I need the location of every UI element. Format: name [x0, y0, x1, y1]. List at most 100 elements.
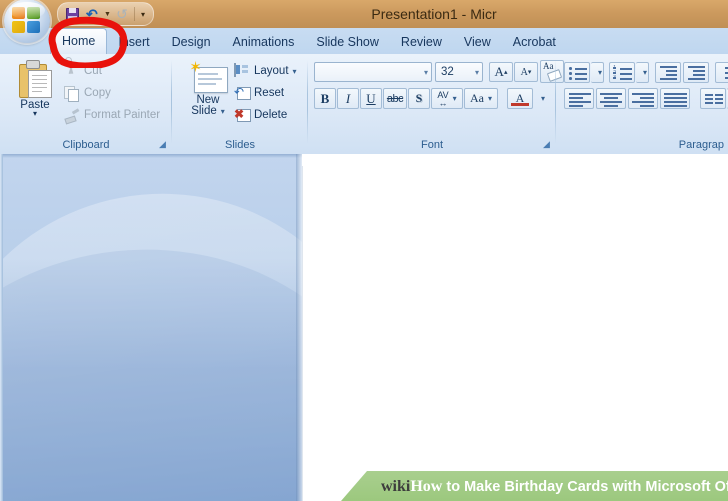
layout-dropdown-icon[interactable]: ▾: [293, 67, 297, 76]
character-spacing-button[interactable]: AV ↔ ▾: [431, 88, 463, 109]
pane-left-edge: [0, 154, 3, 501]
font-color-icon: A: [508, 89, 532, 108]
tab-home[interactable]: Home: [50, 28, 108, 54]
align-right-button[interactable]: [628, 88, 658, 109]
cut-button[interactable]: Cut: [56, 56, 102, 81]
italic-button[interactable]: I: [337, 88, 359, 109]
office-button[interactable]: [4, 0, 50, 43]
line-spacing-button[interactable]: ▾: [715, 62, 728, 83]
slide-editing-area[interactable]: [302, 154, 728, 501]
justify-icon: [661, 89, 689, 108]
font-color-button[interactable]: A: [507, 88, 533, 109]
tab-animations[interactable]: Animations: [222, 30, 306, 54]
font-size-combo[interactable]: 32 ▾: [435, 62, 483, 82]
line-spacing-icon: [716, 63, 728, 82]
decrease-indent-button[interactable]: [655, 62, 681, 83]
reset-button[interactable]: ↶ Reset: [234, 84, 284, 103]
character-spacing-label: AV: [437, 89, 449, 100]
banner-text: wikiHow to Make Birthday Cards with Micr…: [381, 471, 728, 501]
font-dialog-launcher-icon[interactable]: ◢: [541, 139, 552, 150]
bullets-button[interactable]: [564, 62, 590, 83]
tab-insert[interactable]: Insert: [107, 30, 160, 54]
delete-label: Delete: [254, 109, 288, 121]
group-clipboard: Paste ▾ Cut Copy Format Painter Clipboar…: [0, 54, 172, 154]
save-icon[interactable]: [62, 5, 82, 23]
copy-button[interactable]: Copy: [64, 84, 111, 103]
reset-label: Reset: [254, 87, 285, 99]
character-spacing-dropdown-icon[interactable]: ▾: [453, 94, 457, 103]
copy-icon: [64, 86, 81, 102]
font-size-dropdown-icon[interactable]: ▾: [475, 68, 479, 77]
change-case-dropdown-icon[interactable]: ▾: [488, 94, 492, 103]
columns-icon: [701, 89, 725, 108]
group-label-font: Font: [420, 139, 443, 151]
wikihow-watermark-banner: wikiHow to Make Birthday Cards with Micr…: [341, 471, 728, 501]
new-slide-icon: ✶: [188, 60, 228, 93]
shrink-font-button[interactable]: A ▾: [514, 62, 538, 82]
grow-font-label: A: [494, 64, 504, 79]
layout-label: Layout: [254, 65, 289, 77]
strikethrough-button[interactable]: abc: [383, 88, 407, 109]
customize-qat-icon[interactable]: ▾: [137, 5, 149, 23]
new-slide-label-2: Slide: [191, 105, 217, 117]
font-name-combo[interactable]: ▾: [314, 62, 432, 82]
tab-acrobat[interactable]: Acrobat: [502, 30, 567, 54]
new-slide-dropdown-icon[interactable]: ▾: [221, 107, 225, 116]
layout-button[interactable]: Layout ▾: [234, 62, 297, 81]
paste-dropdown-icon[interactable]: ▾: [33, 110, 37, 118]
italic-label: I: [345, 90, 351, 106]
paste-button[interactable]: Paste ▾: [8, 58, 62, 140]
align-right-icon: [629, 89, 657, 108]
text-shadow-button[interactable]: S: [408, 88, 430, 109]
ribbon-content: Paste ▾ Cut Copy Format Painter Clipboar…: [0, 54, 728, 155]
tab-design[interactable]: Design: [161, 30, 222, 54]
shrink-font-label: A: [520, 66, 528, 78]
decrease-indent-icon: [656, 63, 680, 82]
font-color-dropdown-icon[interactable]: ▾: [534, 88, 548, 109]
layout-icon: [234, 62, 251, 80]
tab-view[interactable]: View: [453, 30, 502, 54]
undo-dropdown-icon[interactable]: ▼: [102, 5, 112, 23]
align-left-button[interactable]: [564, 88, 594, 109]
delete-slide-button[interactable]: ✖ Delete: [234, 106, 287, 125]
powerpoint-window: Presentation1 - Micr ↷ ▼ ↺ ▾ Home Insert…: [0, 0, 728, 501]
wikihow-caption-text: to Make Birthday Cards with Microsoft Of…: [442, 479, 728, 495]
justify-button[interactable]: [660, 88, 690, 109]
redo-icon[interactable]: ↺: [112, 5, 132, 23]
format-painter-label: Format Painter: [84, 109, 161, 121]
underline-label: U: [366, 90, 376, 106]
tab-slide-show[interactable]: Slide Show: [305, 30, 390, 54]
grow-font-button[interactable]: A ▴: [489, 62, 513, 82]
workspace: [0, 154, 728, 501]
delete-icon: ✖: [234, 108, 251, 124]
quick-access-toolbar: ↷ ▼ ↺ ▾: [57, 2, 154, 26]
bold-button[interactable]: B: [314, 88, 336, 109]
wikihow-how-text: How: [410, 478, 443, 495]
numbering-button[interactable]: 123: [609, 62, 635, 83]
change-case-label: Aa: [469, 91, 484, 105]
format-painter-button[interactable]: Format Painter: [64, 106, 160, 125]
slide-thumbnail-pane[interactable]: [0, 154, 302, 501]
tab-review[interactable]: Review: [390, 30, 453, 54]
group-paragraph: ▾ 123 ▾ Paragrap: [556, 54, 728, 154]
strikethrough-label: abc: [386, 92, 404, 105]
qat-separator: [134, 7, 135, 21]
clipboard-dialog-launcher-icon[interactable]: ◢: [157, 139, 168, 150]
scissors-icon: [56, 56, 81, 80]
group-slides: ✶ New Slide ▾ Layout ▾ ↶ Reset ✖ Delete …: [172, 54, 308, 154]
columns-button[interactable]: [700, 88, 726, 109]
underline-button[interactable]: U: [360, 88, 382, 109]
increase-indent-button[interactable]: [683, 62, 709, 83]
group-label-slides: Slides: [225, 139, 255, 151]
undo-icon[interactable]: ↷: [82, 5, 102, 23]
align-center-button[interactable]: [596, 88, 626, 109]
ribbon-tabs: Home Insert Design Animations Slide Show…: [50, 28, 567, 54]
slide-canvas[interactable]: [302, 166, 728, 501]
numbering-dropdown-icon[interactable]: ▾: [636, 62, 649, 83]
new-slide-button[interactable]: ✶ New Slide ▾: [182, 58, 234, 142]
change-case-button[interactable]: Aa ▾: [464, 88, 498, 109]
reset-icon: ↶: [234, 86, 251, 102]
font-name-dropdown-icon[interactable]: ▾: [424, 68, 428, 77]
cut-label: Cut: [84, 65, 102, 77]
bullets-dropdown-icon[interactable]: ▾: [591, 62, 604, 83]
